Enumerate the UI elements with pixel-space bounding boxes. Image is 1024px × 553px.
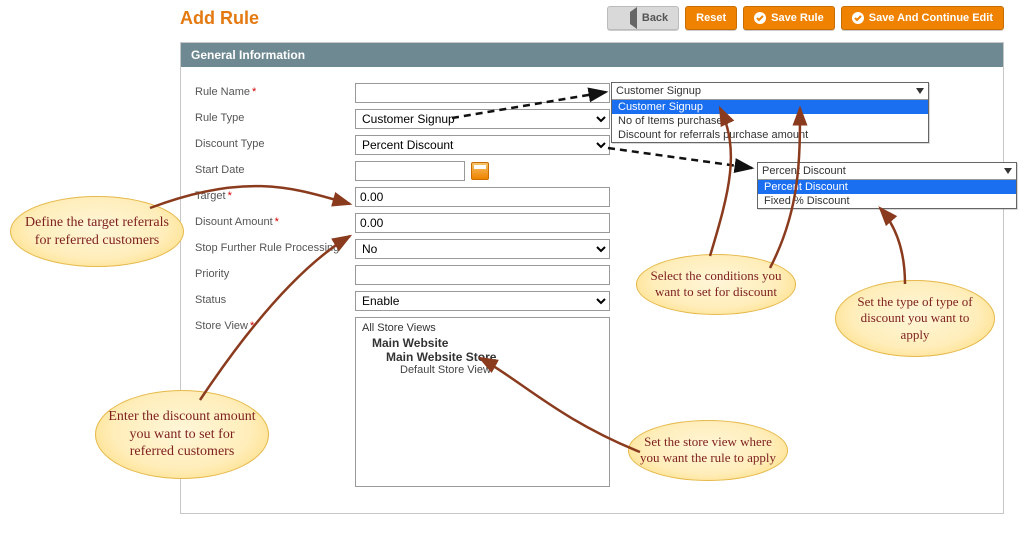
callout-store: Set the store view where you want the ru… (628, 420, 788, 481)
list-item[interactable]: Main Website (372, 336, 603, 350)
row-discount-amount: Disount Amount* (195, 213, 989, 233)
label-status: Status (195, 291, 355, 306)
save-button[interactable]: Save Rule (743, 6, 835, 30)
dropdown-header[interactable]: Customer Signup (612, 83, 928, 100)
required-icon: * (228, 190, 232, 202)
list-item[interactable]: Main Website Store (386, 350, 603, 364)
discount-type-select[interactable]: Percent Discount (355, 135, 610, 155)
callout-discount-type: Set the type of type of discount you wan… (835, 280, 995, 357)
label-store-view: Store View* (195, 317, 355, 332)
callout-target: Define the target referrals for referred… (10, 196, 184, 267)
required-icon: * (275, 216, 279, 228)
dropdown-header-label: Customer Signup (616, 85, 701, 97)
list-item[interactable]: All Store Views (362, 322, 603, 334)
row-priority: Priority (195, 265, 989, 285)
reset-label: Reset (696, 12, 726, 24)
label-discount-type: Discount Type (195, 135, 355, 150)
callout-amount: Enter the discount amount you want to se… (95, 390, 269, 479)
start-date-input[interactable] (355, 161, 465, 181)
stop-further-select[interactable]: No (355, 239, 610, 259)
save-continue-label: Save And Continue Edit (869, 12, 993, 24)
back-button[interactable]: Back (607, 6, 679, 30)
dropdown-option[interactable]: Percent Discount (758, 180, 1016, 194)
dropdown-option[interactable]: Customer Signup (612, 100, 928, 114)
target-input[interactable] (355, 187, 610, 207)
dropdown-option[interactable]: No of Items purchased (612, 114, 928, 128)
discount-type-dropdown-panel[interactable]: Percent Discount Percent Discount Fixed … (757, 162, 1017, 209)
rule-type-dropdown-panel[interactable]: Customer Signup Customer Signup No of It… (611, 82, 929, 143)
label-target: Target* (195, 187, 355, 202)
status-select[interactable]: Enable (355, 291, 610, 311)
check-icon (754, 12, 766, 24)
dropdown-option[interactable]: Fixed % Discount (758, 194, 1016, 208)
row-stop-further: Stop Further Rule Processing No (195, 239, 989, 259)
reset-button[interactable]: Reset (685, 6, 737, 30)
save-label: Save Rule (771, 12, 824, 24)
section-title: General Information (181, 43, 1003, 67)
label-rule-name: Rule Name* (195, 83, 355, 98)
label-priority: Priority (195, 265, 355, 280)
dropdown-header[interactable]: Percent Discount (758, 163, 1016, 180)
priority-input[interactable] (355, 265, 610, 285)
calendar-icon[interactable] (471, 162, 489, 180)
chevron-down-icon (916, 88, 924, 94)
list-item[interactable]: Default Store View (400, 364, 603, 376)
check-icon (852, 12, 864, 24)
callout-conditions: Select the conditions you want to set fo… (636, 254, 796, 315)
required-icon: * (252, 86, 256, 98)
header-buttons: Back Reset Save Rule Save And Continue E… (607, 6, 1004, 30)
label-stop-further: Stop Further Rule Processing (195, 239, 355, 254)
back-label: Back (642, 12, 668, 24)
label-start-date: Start Date (195, 161, 355, 176)
dropdown-option[interactable]: Discount for referrals purchase amount (612, 128, 928, 142)
rule-type-select[interactable]: Customer Signup (355, 109, 610, 129)
label-discount-amount: Disount Amount* (195, 213, 355, 228)
page-header: Add Rule Back Reset Save Rule Save And C… (0, 0, 1024, 30)
rule-name-input[interactable] (355, 83, 610, 103)
page: { "header": { "title": "Add Rule", "back… (0, 0, 1024, 553)
discount-amount-input[interactable] (355, 213, 610, 233)
store-view-listbox[interactable]: All Store Views Main Website Main Websit… (355, 317, 610, 487)
dropdown-header-label: Percent Discount (762, 165, 846, 177)
back-icon (618, 7, 637, 29)
label-rule-type: Rule Type (195, 109, 355, 124)
save-continue-button[interactable]: Save And Continue Edit (841, 6, 1004, 30)
page-title: Add Rule (180, 8, 259, 29)
chevron-down-icon (1004, 168, 1012, 174)
required-icon: * (250, 320, 254, 332)
